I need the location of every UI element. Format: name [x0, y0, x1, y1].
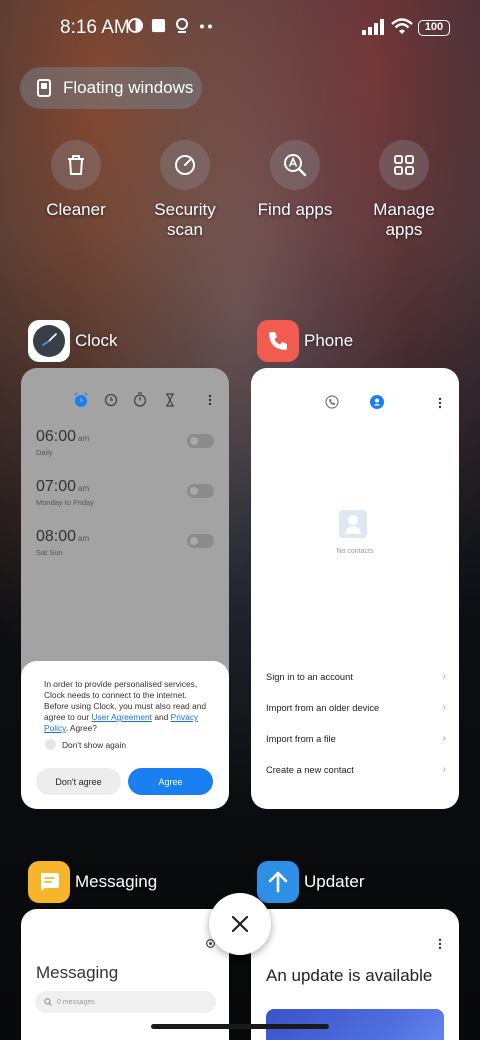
phone-app-name: Phone: [304, 331, 354, 350]
messaging-title: Messaging: [36, 963, 119, 982]
consent-message: In order to provide personalised service…: [44, 679, 207, 733]
call-log-tab-icon[interactable]: [325, 395, 339, 409]
dont-show-again-checkbox[interactable]: Don't show again: [45, 739, 126, 750]
more-options-icon[interactable]: [208, 394, 212, 406]
phone-app-header[interactable]: Phone: [257, 320, 353, 362]
alarm-item[interactable]: 06:00 am Daily: [36, 428, 89, 457]
floating-window-icon: [37, 79, 51, 97]
stopwatch-tab-icon[interactable]: [133, 392, 147, 407]
cleaner-label: Cleaner: [46, 200, 106, 219]
updater-app-preview[interactable]: An update is available: [251, 909, 459, 1040]
no-contacts-label: No contacts: [336, 548, 374, 555]
clock-app-header[interactable]: Clock: [28, 320, 118, 362]
alarm-item[interactable]: 07:00 am Monday to Friday: [36, 478, 94, 507]
security-scan-label: Security scan: [154, 200, 216, 239]
messaging-app-preview[interactable]: Messaging 0 messages: [21, 909, 229, 1040]
security-scan-icon: [175, 155, 195, 175]
updater-app-header[interactable]: Updater: [257, 861, 364, 903]
messaging-search-bar[interactable]: 0 messages: [35, 991, 216, 1013]
checkbox-icon: [45, 739, 56, 750]
agree-button[interactable]: Agree: [128, 768, 213, 795]
chevron-right-icon: ›: [442, 702, 446, 713]
search-icon: [44, 998, 52, 1006]
alarm-item[interactable]: 08:00 am Sat Sun: [36, 528, 89, 557]
chevron-right-icon: ›: [442, 671, 446, 682]
alarm-toggle[interactable]: [187, 484, 214, 498]
floating-windows-button[interactable]: Floating windows: [20, 67, 202, 109]
import-older-device-option[interactable]: Import from an older device ›: [266, 702, 446, 713]
privacy-consent-dialog: In order to provide personalised service…: [21, 661, 229, 809]
clock-tab-icon[interactable]: [104, 393, 118, 407]
clock-app-name: Clock: [75, 331, 118, 350]
cleaner-button[interactable]: Cleaner: [21, 140, 131, 220]
security-scan-button[interactable]: Security scan: [130, 140, 240, 240]
screenshot-icon: [151, 18, 166, 33]
clear-all-button[interactable]: [209, 893, 271, 955]
location-icon: [176, 18, 188, 33]
user-agreement-link[interactable]: User Agreement: [92, 712, 153, 722]
dont-show-again-label: Don't show again: [62, 739, 126, 750]
updater-app-name: Updater: [304, 872, 365, 891]
signal-icon: [362, 19, 384, 35]
more-options-icon[interactable]: [438, 938, 442, 950]
clock-app-icon: [28, 320, 70, 362]
battery-indicator: 100: [418, 20, 450, 36]
update-available-title: An update is available: [266, 966, 433, 985]
close-icon: [231, 915, 249, 933]
manage-apps-label: Manage apps: [373, 200, 435, 239]
sign-in-account-option[interactable]: Sign in to an account ›: [266, 671, 446, 682]
manage-apps-button[interactable]: Manage apps: [349, 140, 459, 240]
status-bar: 8:16 AM 100: [0, 0, 480, 56]
create-contact-option[interactable]: Create a new contact ›: [266, 764, 446, 775]
updater-app-icon: [257, 861, 299, 903]
home-indicator[interactable]: [151, 1024, 329, 1029]
messaging-app-icon: [28, 861, 70, 903]
more-options-icon[interactable]: [438, 397, 442, 409]
timer-tab-icon[interactable]: [164, 393, 176, 407]
find-apps-label: Find apps: [257, 200, 333, 219]
alarm-toggle[interactable]: [187, 534, 214, 548]
chevron-right-icon: ›: [442, 764, 446, 775]
status-time: 8:16 AM: [60, 17, 130, 38]
clock-tabs: [21, 392, 229, 408]
clock-app-preview[interactable]: 06:00 am Daily 07:00 am Monday to Friday 0…: [21, 368, 229, 809]
data-saver-icon: [128, 18, 143, 33]
find-apps-button[interactable]: Find apps: [240, 140, 350, 220]
messaging-app-name: Messaging: [75, 872, 158, 891]
find-apps-icon: [284, 154, 307, 177]
alarm-toggle[interactable]: [187, 434, 214, 448]
phone-app-icon: [257, 320, 299, 362]
more-notifications-icon: [200, 24, 212, 29]
trash-icon: [68, 155, 84, 175]
wifi-icon: [391, 18, 413, 34]
contacts-tab-icon[interactable]: [370, 395, 384, 409]
manage-apps-icon: [394, 155, 414, 175]
phone-app-preview[interactable]: No contacts Sign in to an account › Impor…: [251, 368, 459, 809]
no-contacts-icon: [339, 510, 367, 538]
import-from-file-option[interactable]: Import from a file ›: [266, 733, 446, 744]
messaging-search-placeholder: 0 messages: [57, 998, 95, 1006]
dont-agree-button[interactable]: Don't agree: [36, 768, 121, 795]
alarm-tab-icon[interactable]: [73, 392, 89, 408]
floating-windows-label: Floating windows: [63, 78, 194, 97]
messaging-app-header[interactable]: Messaging: [28, 861, 157, 903]
chevron-right-icon: ›: [442, 733, 446, 744]
